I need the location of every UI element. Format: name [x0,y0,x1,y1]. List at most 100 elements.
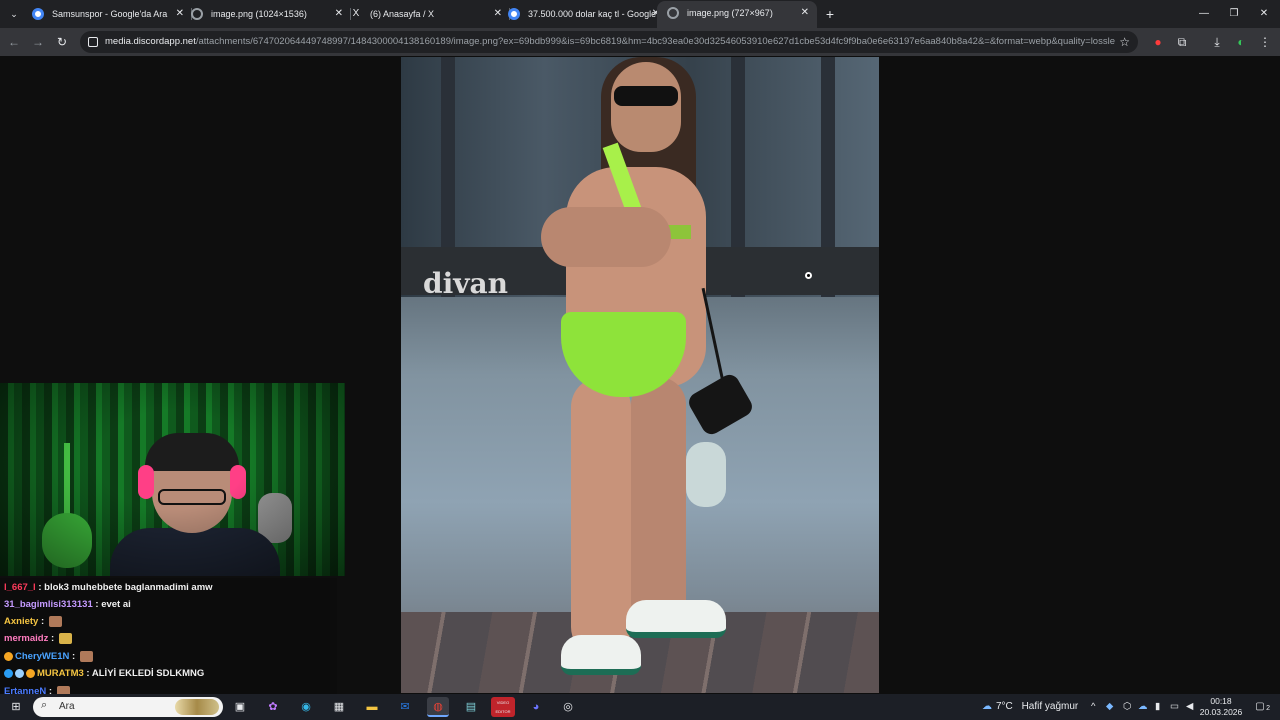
tray-volume-icon[interactable]: ◀ [1186,694,1193,720]
close-window-button[interactable]: ✕ [1248,0,1280,28]
x-logo-icon: X [352,8,360,19]
globe-icon [191,8,203,20]
search-highlight-art [175,699,219,715]
tray-chevron-up-icon[interactable]: ^ [1091,694,1095,720]
chat-username: 31_bagimlisi313131 [4,599,93,610]
chat-message: Axniety : [4,613,62,630]
streamer-webcam [0,383,345,576]
tab-x-home[interactable]: X (6) Anasayfa / X ✕ [340,2,510,26]
url-text[interactable]: media.discordapp.net/attachments/6747020… [105,31,1115,53]
copilot-icon[interactable]: ✿ [262,697,284,717]
forward-arrow-icon[interactable]: → [28,32,48,52]
webcam-vignette [0,383,345,576]
chat-username: mermaidz [4,633,49,644]
extension-red-icon[interactable]: ● [1150,34,1166,50]
globe-icon [667,7,679,19]
emote-icon [79,650,93,662]
figure-shoe-left [561,635,641,675]
notification-count: 2 [1266,705,1270,712]
chat-badge-icon [4,668,13,678]
tab-image-727-active[interactable]: image.png (727×967) ✕ [657,1,817,28]
system-clock[interactable]: 00:18 20.03.2026 [1198,696,1244,718]
notification-icon[interactable]: ▢ 2 [1252,698,1270,716]
chat-message: l_667_l : blok3 muhebbete baglanmadimi a… [4,582,213,593]
edge-icon[interactable]: ◉ [295,697,317,717]
browser-toolbar: ← → ↻ media.discordapp.net/attachments/6… [0,28,1280,56]
clock-time: 00:18 [1210,696,1232,706]
close-icon[interactable]: ✕ [801,1,809,25]
clock-date: 20.03.2026 [1199,707,1243,717]
chat-text: blok3 muhebbete baglanmadimi amw [44,582,213,593]
back-arrow-icon[interactable]: ← [4,32,24,52]
tray-microphone-icon[interactable]: ▮ [1155,694,1160,720]
tray-network-icon[interactable]: ▭ [1170,694,1179,720]
figure-bag [685,371,756,438]
figure-head [611,62,681,152]
windows-taskbar: ⊞ ⌕ Ara ▣ ✿ ◉ ▦ ▬ ✉ ◍ ▤ VIDEO EDITOR ◕ ◎… [0,694,1280,720]
weather-widget[interactable]: ☁ 7°C Hafif yağmur [982,694,1078,720]
figure-arms [541,207,671,267]
extensions-puzzle-icon[interactable]: ⧉ [1174,34,1190,50]
weather-description: Hafif yağmur [1021,701,1079,712]
tray-app-icon[interactable]: ⬡ [1123,694,1131,720]
restore-button[interactable]: ❐ [1218,0,1250,28]
tray-cloud-icon[interactable]: ☁ [1138,694,1148,720]
chat-username: CheryWE1N [15,651,70,662]
download-icon[interactable]: ⤓ [1209,34,1225,50]
stream-chat: l_667_l : blok3 muhebbete baglanmadimi a… [0,578,337,694]
tray-steam-icon[interactable]: ◆ [1106,694,1113,720]
outlook-icon[interactable]: ✉ [394,697,416,717]
new-tab-button[interactable]: + [822,4,838,24]
search-placeholder: Ara [59,701,75,712]
tab-dollar-search[interactable]: 37.500.000 dolar kaç tl - Google ✕ [498,2,668,26]
minimize-button[interactable]: — [1188,0,1220,28]
tab-title: image.png (1024×1536) [211,9,307,19]
discord-icon[interactable]: ◕ [525,697,547,717]
emote-icon [48,615,62,627]
chat-message: MURATM3 : ALİYİ EKLEDİ SDLKMNG [4,665,204,682]
search-icon: ⌕ [41,699,48,711]
url-host: media.discordapp.net [105,36,196,47]
tab-search-button[interactable]: ⌄ [4,4,24,24]
taskbar-search-box[interactable]: ⌕ Ara [33,697,223,717]
chat-message: 31_bagimlisi313131 : evet ai [4,599,131,610]
figure-leg-left [571,377,631,657]
site-info-icon[interactable] [88,37,98,47]
start-windows-icon[interactable]: ⊞ [5,697,27,717]
chat-username: Axniety [4,616,39,627]
bookmark-star-icon[interactable]: ☆ [1119,31,1130,53]
video-editor-icon[interactable]: VIDEO EDITOR [491,697,515,717]
tab-title: Samsunspor - Google'da Ara [52,9,168,19]
address-bar[interactable]: media.discordapp.net/attachments/6747020… [80,31,1138,53]
chat-text: ALİYİ EKLEDİ SDLKMNG [91,668,205,679]
cloud-rain-icon: ☁ [982,701,992,712]
menu-kebab-icon[interactable]: ⋮ [1257,34,1273,50]
chat-badge-icon [26,668,35,678]
file-explorer-icon[interactable]: ▬ [361,697,383,717]
weather-temp: 7°C [996,701,1013,712]
emote-icon [58,632,72,644]
figure-leg-right [631,377,686,637]
figure-sunglasses [614,86,678,106]
store-icon[interactable]: ▦ [328,697,350,717]
tab-title: (6) Anasayfa / X [370,9,435,19]
notepad-icon[interactable]: ▤ [460,697,482,717]
tab-samsunspor[interactable]: Samsunspor - Google'da Ara ✕ [22,2,192,26]
tab-title: image.png (727×967) [687,8,773,18]
chrome-icon[interactable]: ◍ [427,697,449,717]
sign-text: divan [423,267,508,300]
chat-username: MURATM3 [37,668,84,679]
chat-message: mermaidz : [4,630,72,647]
chat-username: l_667_l [4,582,36,593]
reload-icon[interactable]: ↻ [52,32,72,52]
task-view-icon[interactable]: ▣ [229,697,251,717]
tab-image-1024[interactable]: image.png (1024×1536) ✕ [181,2,351,26]
profile-icon[interactable]: ◐ [1233,34,1249,50]
emote-icon [56,685,70,694]
obs-icon[interactable]: ◎ [557,697,579,717]
tab-title: 37.500.000 dolar kaç tl - Google [528,9,657,19]
google-g-icon [32,8,44,20]
chat-badge-icon [15,668,24,678]
viewed-image[interactable]: divan [401,57,879,693]
chat-message: CheryWE1N : [4,648,93,665]
